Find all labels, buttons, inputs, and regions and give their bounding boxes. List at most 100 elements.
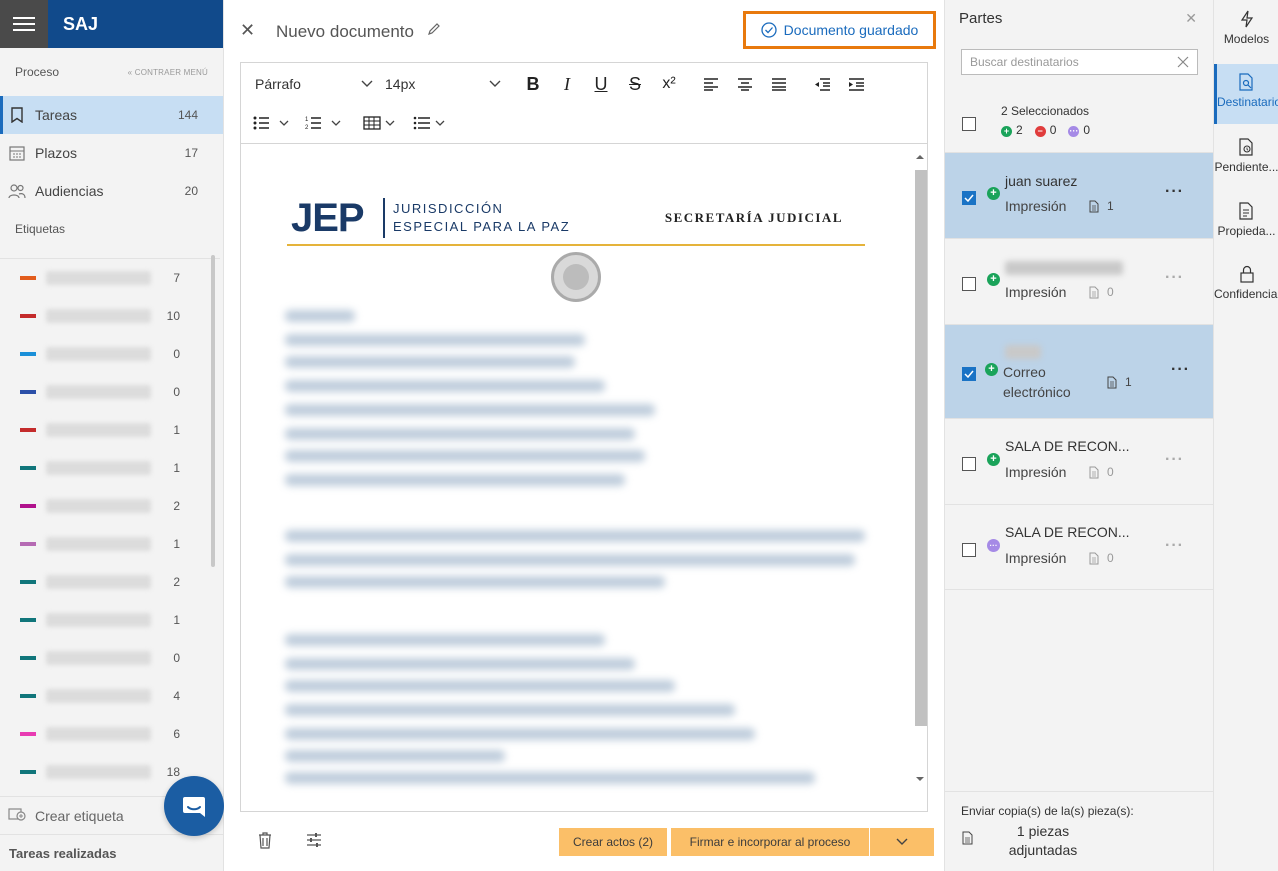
settings-sliders-icon[interactable] [306,832,322,851]
rail-label: Destinatarios [1217,95,1278,109]
line-spacing-icon[interactable] [409,108,457,138]
editor-scrollbar[interactable] [913,154,927,782]
attached-pieces-count[interactable]: 1 piezas adjuntadas [995,822,1091,860]
menu-icon[interactable] [0,0,48,48]
rail-item-destinatarios[interactable]: Destinatarios [1214,64,1278,124]
more-options-icon[interactable]: ··· [1165,537,1184,555]
italic-icon[interactable]: I [550,69,584,99]
label-item[interactable]: 0 [0,335,220,373]
outdent-icon[interactable] [805,69,839,99]
blurred-text [285,334,585,346]
party-item[interactable]: + SALA DE RECON... Impresión 0 ··· [945,418,1214,504]
label-item[interactable]: 7 [0,259,220,297]
trash-icon[interactable] [258,832,272,852]
party-item[interactable]: ··· SALA DE RECON... Impresión 0 ··· [945,504,1214,590]
left-sidebar: SAJ Proceso « CONTRAER MENÚ Tareas 144 P… [0,0,224,871]
label-item[interactable]: 1 [0,411,220,449]
label-count: 1 [173,613,180,627]
table-icon[interactable] [359,108,407,138]
party-item[interactable]: + Correo electrónico 1 ··· [945,324,1214,418]
font-size-select[interactable]: 14px [385,76,501,92]
collapse-menu-button[interactable]: « CONTRAER MENÚ [128,68,208,77]
rail-item-pendientes[interactable]: Pendiente... [1214,138,1278,188]
label-item[interactable]: 2 [0,487,220,525]
label-item[interactable]: 6 [0,715,220,753]
more-options-icon[interactable]: ··· [1171,361,1190,379]
party-delivery-type: Impresión [1005,464,1067,480]
sign-options-dropdown[interactable] [870,828,934,856]
label-count: 0 [173,347,180,361]
bullet-list-icon[interactable] [249,108,297,138]
pencil-icon[interactable] [427,22,441,39]
rail-item-propiedades[interactable]: Propieda... [1214,202,1278,252]
rail-label: Confidencial [1214,287,1278,301]
numbered-list-icon[interactable]: 12 [301,108,349,138]
label-count: 2 [173,499,180,513]
align-center-icon[interactable] [728,69,762,99]
nav-item-plazos[interactable]: Plazos 17 [0,134,223,172]
label-item[interactable]: 0 [0,639,220,677]
app-brand[interactable]: SAJ [63,14,98,35]
done-tasks-link[interactable]: Tareas realizadas [0,834,224,871]
bookmark-icon [8,106,26,124]
chat-launcher-button[interactable] [164,776,224,836]
selection-summary: +2 −0 ··· 0 [1001,123,1090,137]
calendar-icon [8,144,26,162]
sidebar-scrollbar[interactable] [211,255,215,567]
rail-label: Modelos [1223,32,1270,46]
document-title[interactable]: Nuevo documento [276,22,414,42]
align-justify-icon[interactable] [762,69,796,99]
label-item[interactable]: 1 [0,601,220,639]
nav-label: Audiencias [35,183,104,199]
label-name-redacted [46,537,152,551]
party-checkbox[interactable] [962,457,976,471]
close-icon[interactable]: ✕ [1185,10,1197,27]
scroll-down-icon[interactable] [916,776,924,782]
rail-item-modelos[interactable]: Modelos [1214,10,1278,62]
superscript-icon[interactable]: x² [652,69,686,99]
recipients-search-input[interactable]: Buscar destinatarios [961,49,1198,75]
label-count: 0 [173,651,180,665]
editor-header: ✕ Nuevo documento Documento guardado [224,0,944,62]
party-item[interactable]: + juan suarez Impresión 1 ··· [945,152,1214,238]
close-icon[interactable]: ✕ [240,20,255,41]
label-item[interactable]: 0 [0,373,220,411]
indent-icon[interactable] [839,69,873,99]
scroll-up-icon[interactable] [916,154,924,160]
document-canvas[interactable]: JEP JURISDICCIÓN ESPECIAL PARA LA PAZ SE… [241,143,927,811]
people-icon [8,182,26,200]
blurred-text [285,576,665,588]
create-acts-button[interactable]: Crear actos (2) [559,828,667,856]
sign-and-incorporate-button[interactable]: Firmar e incorporar al proceso [671,828,869,856]
party-checkbox[interactable] [962,367,976,381]
label-item[interactable]: 10 [0,297,220,335]
collapse-menu-label: CONTRAER MENÚ [134,67,208,77]
editor-scroll-thumb[interactable] [915,170,927,726]
party-checkbox[interactable] [962,191,976,205]
bold-icon[interactable]: B [516,69,550,99]
document-editor: ✕ Nuevo documento Documento guardado Pár… [224,0,944,871]
more-options-icon[interactable]: ··· [1165,269,1184,287]
party-item[interactable]: + Impresión 0 ··· [945,238,1214,324]
more-options-icon[interactable]: ··· [1165,451,1184,469]
align-left-icon[interactable] [694,69,728,99]
party-checkbox[interactable] [962,277,976,291]
label-count: 1 [173,537,180,551]
party-checkbox[interactable] [962,543,976,557]
label-item[interactable]: 1 [0,525,220,563]
label-item[interactable]: 4 [0,677,220,715]
pending-count-value: 0 [1083,123,1091,137]
rail-item-confidencial[interactable]: Confidencial [1214,265,1278,315]
nav-item-audiencias[interactable]: Audiencias 20 [0,172,223,210]
select-all-checkbox[interactable] [962,117,976,131]
strikethrough-icon[interactable]: S [618,69,652,99]
label-item[interactable]: 2 [0,563,220,601]
more-options-icon[interactable]: ··· [1165,183,1184,201]
colombia-seal-icon [551,252,601,302]
clear-icon[interactable] [1177,56,1189,68]
selected-count-text: 2 Seleccionados [1001,104,1090,118]
underline-icon[interactable]: U [584,69,618,99]
nav-item-tareas[interactable]: Tareas 144 [0,96,223,134]
label-item[interactable]: 1 [0,449,220,487]
paragraph-style-select[interactable]: Párrafo [255,76,373,92]
